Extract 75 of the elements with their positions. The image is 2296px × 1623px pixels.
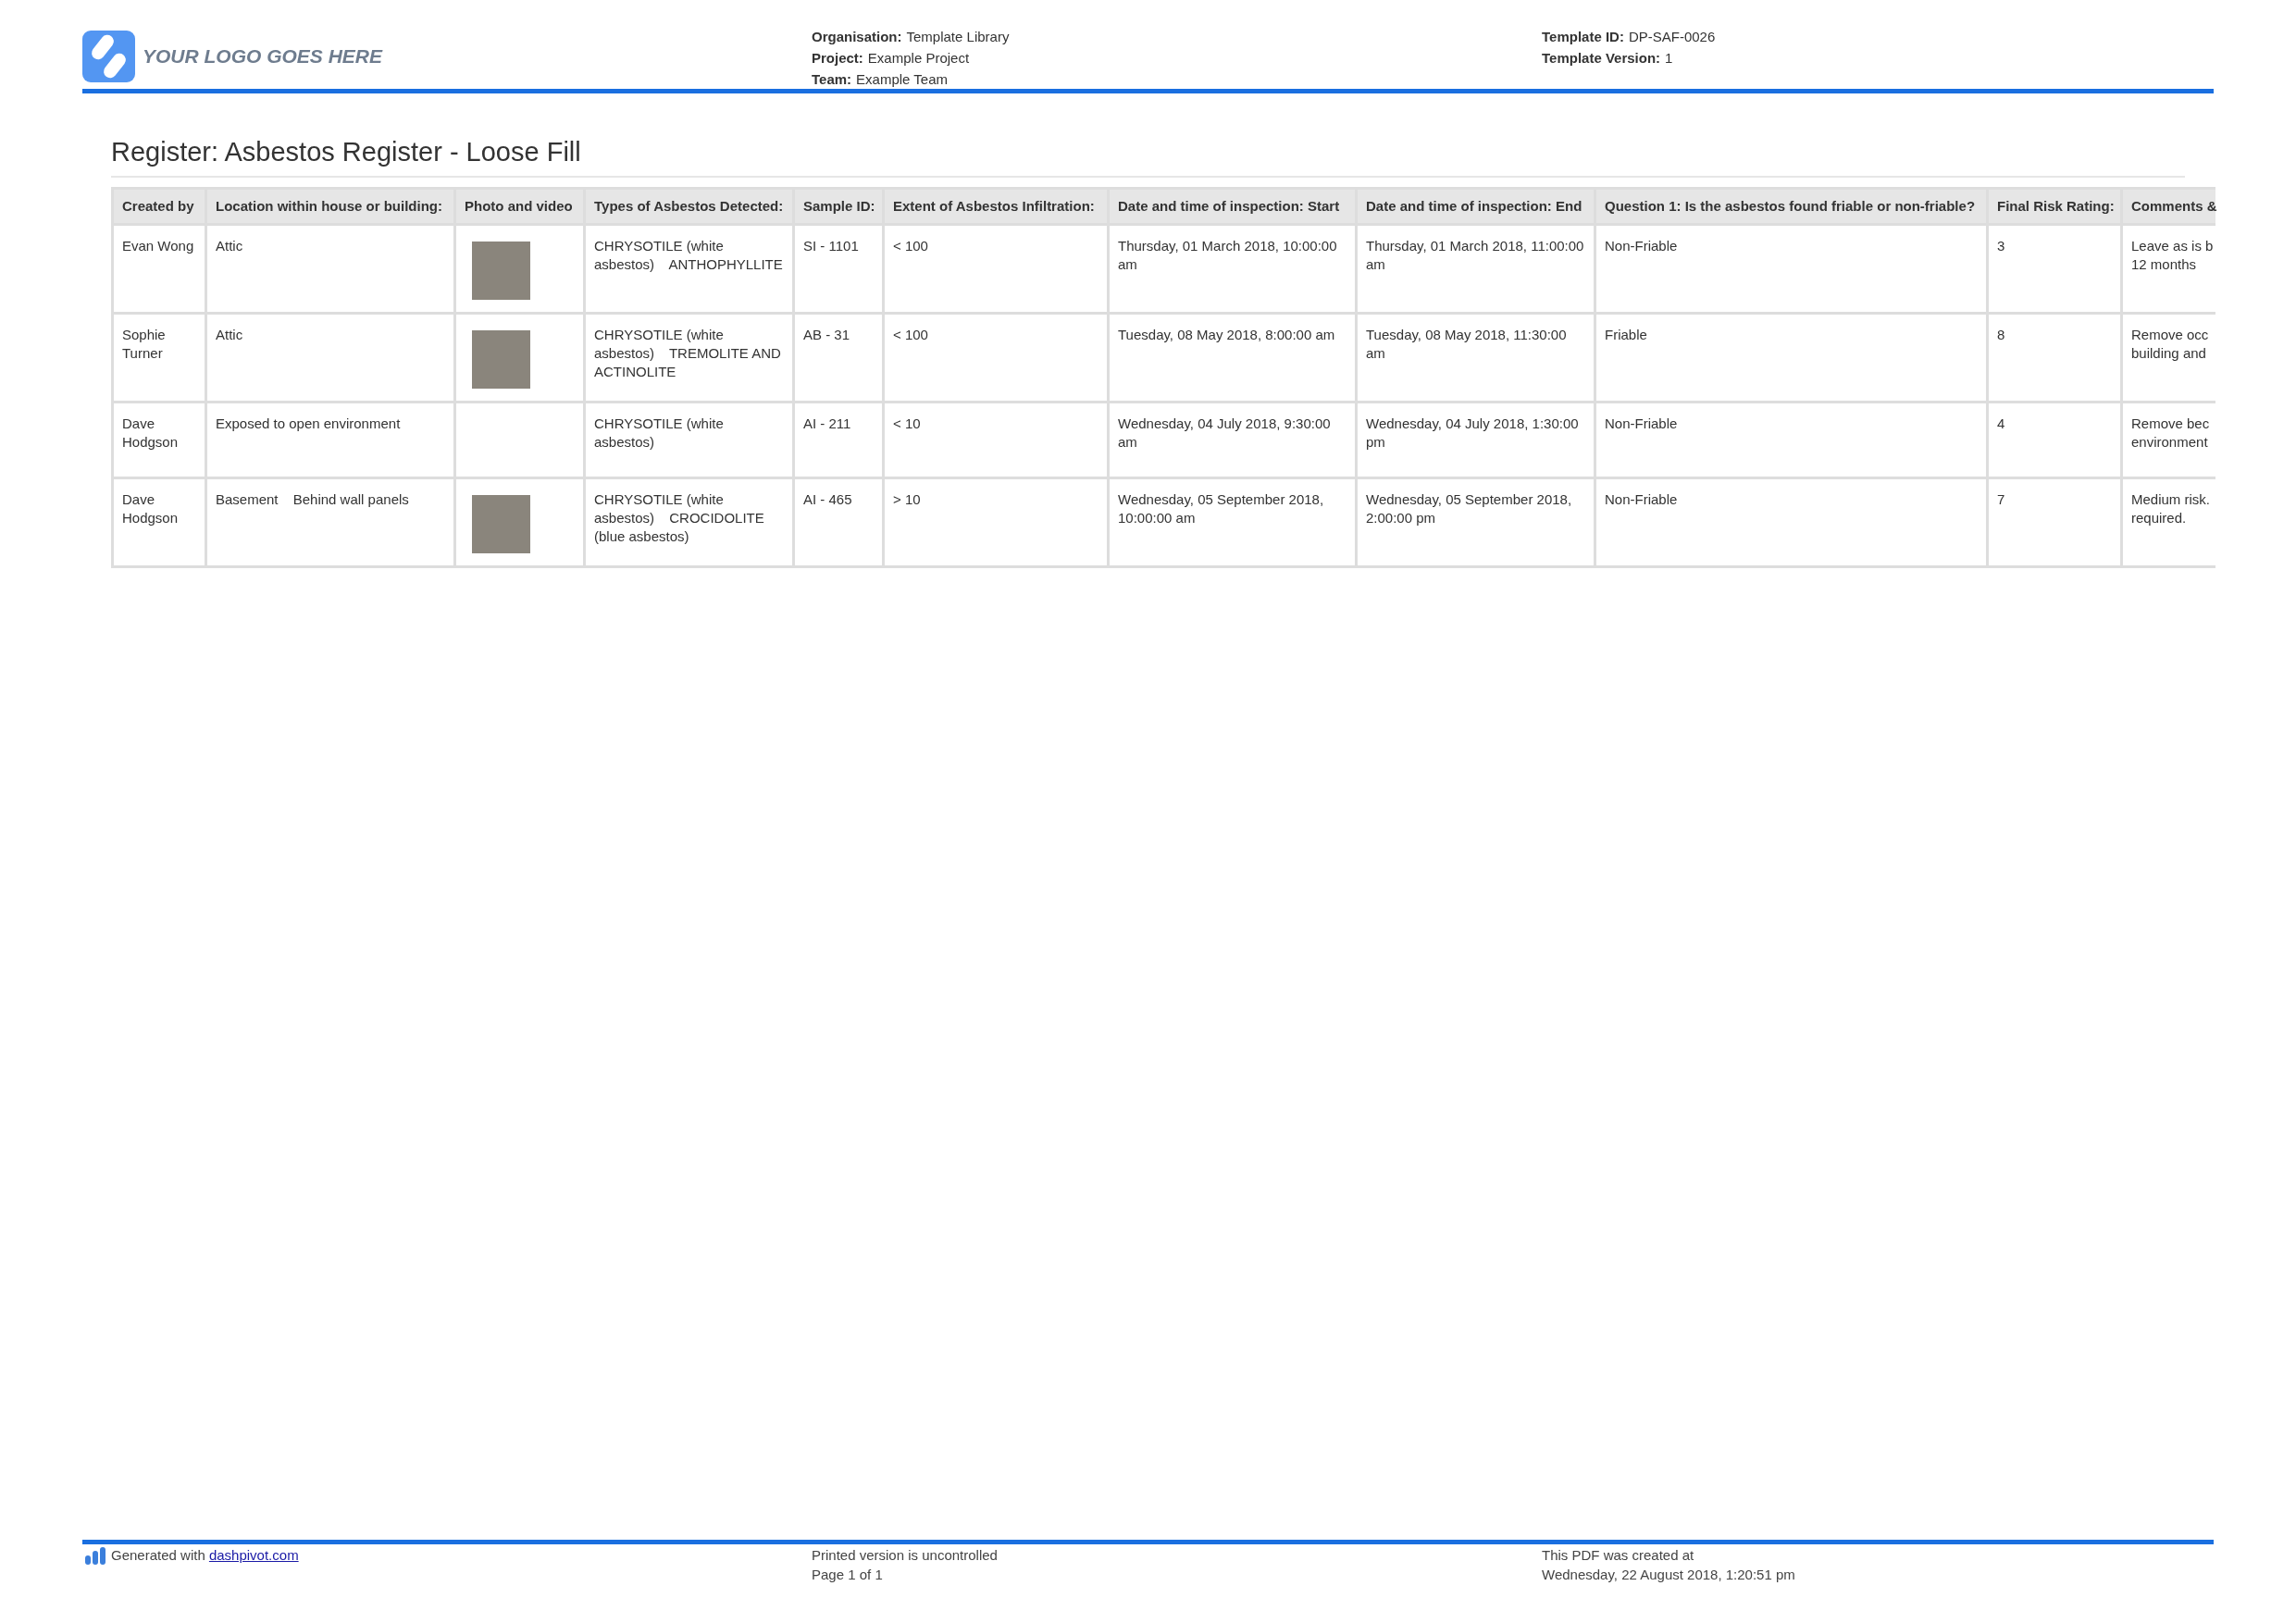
field-label: Organisation: [812, 28, 902, 46]
table-cell: Sophie Turner [112, 313, 206, 403]
table-cell: Thursday, 01 March 2018, 11:00:00 am [1356, 224, 1595, 314]
comment-text: environment [2131, 433, 2208, 452]
bar-chart-icon [85, 1547, 105, 1565]
comment-text: required. [2131, 509, 2187, 527]
table-cell: AI - 465 [793, 477, 884, 567]
dashpivot-link[interactable]: dashpivot.com [208, 1547, 299, 1563]
table-cell: 3 [1987, 224, 2122, 314]
column-header: Final Risk Rating: [1987, 188, 2122, 225]
table-cell: Tuesday, 08 May 2018, 8:00:00 am [1108, 313, 1357, 403]
comment-text: Remove bec [2131, 415, 2210, 433]
table-cell: Basement Behind wall panels [205, 477, 455, 567]
table-cell: Friable [1595, 313, 1988, 403]
column-header: Types of Asbestos Detected: [584, 188, 794, 225]
field-label: Template Version: [1542, 49, 1661, 68]
table-cell: Wednesday, 04 July 2018, 1:30:00 pm [1356, 402, 1595, 478]
comment-text: Medium risk. [2131, 490, 2210, 509]
footer-text: Wednesday, 22 August 2018, 1:20:51 pm [1542, 1566, 1795, 1584]
table-cell: SI - 1101 [793, 224, 884, 314]
field-value: DP-SAF-0026 [1628, 28, 1716, 46]
table-cell: Dave Hodgson [112, 402, 206, 478]
column-header: Date and time of inspection: End [1356, 188, 1595, 225]
column-header: Question 1: Is the asbestos found friable or non-friable? [1595, 188, 1988, 225]
logo-text: YOUR LOGO GOES HERE [143, 44, 383, 68]
table-cell: Evan Wong [112, 224, 206, 314]
field-value: Example Project [867, 49, 970, 68]
table-cell: Non-Friable [1595, 224, 1988, 314]
table-cell: Non-Friable [1595, 402, 1988, 478]
table-cell: Tuesday, 08 May 2018, 11:30:00 am [1356, 313, 1595, 403]
column-header: Date and time of inspection: Start [1108, 188, 1357, 225]
comment-text: 12 months [2131, 255, 2197, 274]
table-cell: < 10 [883, 402, 1109, 478]
column-header: Comments & [2121, 188, 2215, 225]
field-value: Template Library [906, 28, 1010, 46]
footer-text: Printed version is uncontrolled [812, 1546, 998, 1565]
column-header: Created by [112, 188, 206, 225]
table-cell: CHRYSOTILE (white asbestos) [584, 402, 794, 478]
table-cell: CHRYSOTILE (white asbestos) TREMOLITE AND ACTINOLITE [584, 313, 794, 403]
table-cell: Wednesday, 05 September 2018, 10:00:00 am [1108, 477, 1357, 567]
table-cell: AB - 31 [793, 313, 884, 403]
generated-note: Generated with dashpivot.com [111, 1546, 299, 1565]
field-label: Template ID: [1542, 28, 1624, 46]
field-label: Team: [812, 70, 852, 89]
comment-text: building and [2131, 344, 2206, 363]
column-header: Sample ID: [793, 188, 884, 225]
table-cell: Exposed to open environment [205, 402, 455, 478]
field-value: Example Team [856, 70, 948, 89]
column-header: Location within house or building: [205, 188, 455, 225]
table-cell: AI - 211 [793, 402, 884, 478]
table-cell: Wednesday, 05 September 2018, 2:00:00 pm [1356, 477, 1595, 567]
column-header: Extent of Asbestos Infiltration: [883, 188, 1109, 225]
logo-icon [82, 31, 135, 82]
comment-text: Leave as is b [2131, 237, 2214, 255]
table-cell: 8 [1987, 313, 2122, 403]
footer-text: This PDF was created at [1542, 1546, 1694, 1565]
table-cell: > 10 [883, 477, 1109, 567]
table-cell: 4 [1987, 402, 2122, 478]
comment-text: Remove occ [2131, 326, 2209, 344]
table-cell: Non-Friable [1595, 477, 1988, 567]
register-title: Register: Asbestos Register - Loose Fill [111, 136, 581, 168]
field-value: 1 [1665, 49, 1673, 68]
table-cell: 7 [1987, 477, 2122, 567]
footer-text: Page 1 of 1 [812, 1566, 883, 1584]
field-label: Project: [812, 49, 863, 68]
table-cell: Wednesday, 04 July 2018, 9:30:00 am [1108, 402, 1357, 478]
table-cell: Dave Hodgson [112, 477, 206, 567]
table-cell: CHRYSOTILE (white asbestos) CROCIDOLITE (blue asbestos) [584, 477, 794, 567]
table-cell: CHRYSOTILE (white asbestos) ANTHOPHYLLITE [584, 224, 794, 314]
column-header: Photo and video [454, 188, 585, 225]
table-cell: Attic [205, 224, 455, 314]
table-cell: Thursday, 01 March 2018, 10:00:00 am [1108, 224, 1357, 314]
table-cell: Attic [205, 313, 455, 403]
table-cell: < 100 [883, 313, 1109, 403]
table-cell: < 100 [883, 224, 1109, 314]
